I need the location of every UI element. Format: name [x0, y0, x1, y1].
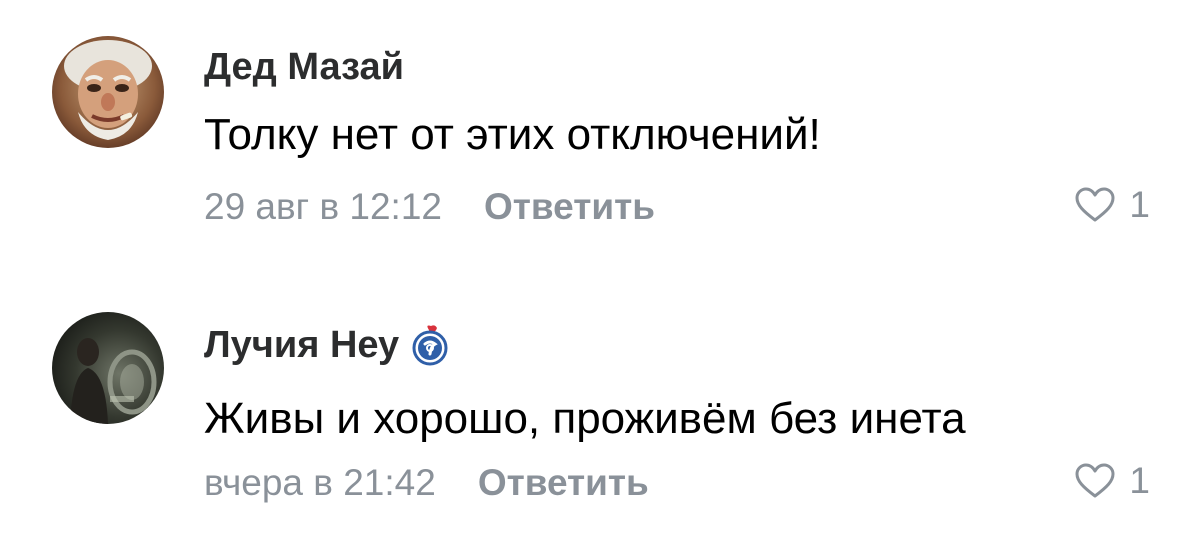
comment-item: Лучия Неу Живы и хорошо, проживём без ин… [0, 290, 1200, 550]
comment-date: вчера в 21:42 [204, 462, 436, 503]
author-name[interactable]: Лучия Неу [204, 324, 449, 367]
avatar[interactable] [52, 312, 164, 424]
comment-meta: 29 авг в 12:12 Ответить [204, 186, 655, 228]
like-count: 1 [1129, 460, 1150, 501]
avatar[interactable] [52, 36, 164, 148]
dark-photo-icon [52, 312, 164, 424]
comment-text: Толку нет от этих отключений! [204, 110, 821, 159]
comment-text: Живы и хорошо, проживём без инета [204, 394, 966, 443]
comment-date: 29 авг в 12:12 [204, 186, 442, 227]
comment-item: Дед Мазай Толку нет от этих отключений! … [0, 0, 1200, 260]
verified-club-icon [411, 324, 449, 366]
like-count: 1 [1129, 184, 1150, 225]
comment-meta: вчера в 21:42 Ответить [204, 462, 649, 504]
like-button[interactable]: 1 [1075, 460, 1150, 502]
reply-button[interactable]: Ответить [484, 186, 655, 228]
like-button[interactable]: 1 [1075, 184, 1150, 226]
author-name-label: Дед Мазай [204, 46, 404, 88]
author-name-label: Лучия Неу [204, 324, 400, 366]
heart-icon [1075, 187, 1115, 222]
heart-icon [1075, 463, 1115, 498]
old-man-photo-icon [52, 36, 164, 148]
reply-button[interactable]: Ответить [478, 462, 649, 504]
author-name[interactable]: Дед Мазай [204, 46, 404, 89]
